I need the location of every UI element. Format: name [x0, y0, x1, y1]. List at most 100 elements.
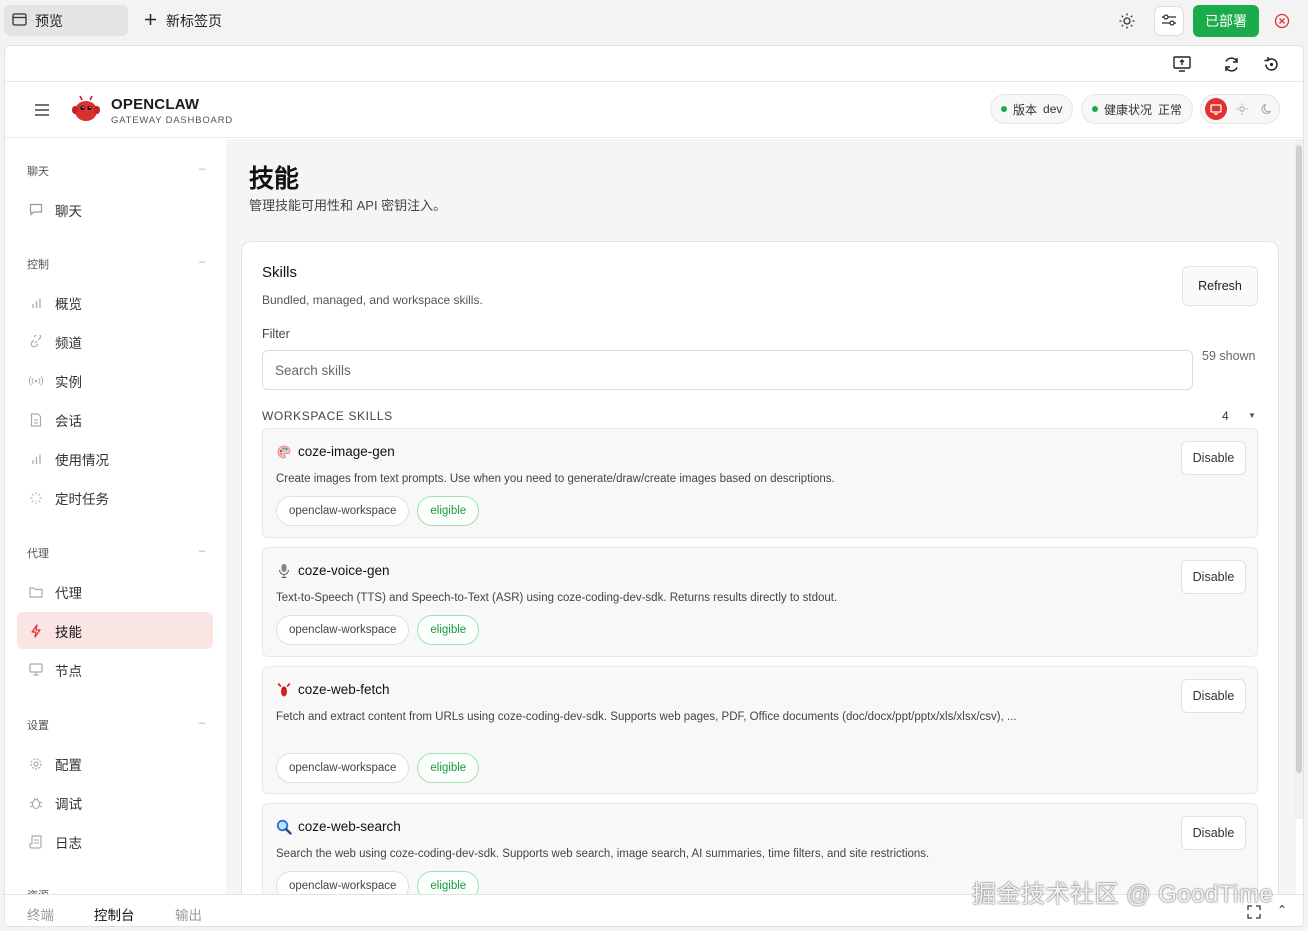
version-label: 版本: [1013, 102, 1038, 117]
sidebar-item-label: 概览: [55, 296, 82, 312]
sidebar-item-chat[interactable]: 聊天: [17, 191, 213, 228]
skill-description: Fetch and extract content from URLs usin…: [276, 711, 1017, 723]
health-value: 正常: [1158, 102, 1183, 117]
skill-item: coze-voice-gen Text-to-Speech (TTS) and …: [262, 547, 1258, 657]
version-value: dev: [1043, 102, 1063, 116]
brand-title: OPENCLAW: [111, 96, 200, 113]
sidebar: 聊天 – 聊天 控制 – 概览 频道 实例 会话 使用情况 定时任务 代理 – …: [5, 139, 225, 894]
section-title: 代理: [27, 548, 49, 560]
reload-history-icon[interactable]: [1261, 54, 1281, 74]
skill-item: coze-web-fetch Fetch and extract content…: [262, 666, 1258, 794]
new-tab-button[interactable]: 新标签页: [144, 5, 222, 36]
broadcast-icon: [29, 374, 43, 388]
skill-description: Search the web using coze-coding-dev-sdk…: [276, 848, 930, 860]
sidebar-item-sessions[interactable]: 会话: [17, 401, 213, 438]
search-skills-input[interactable]: [262, 350, 1193, 390]
source-badge: openclaw-workspace: [276, 753, 410, 783]
collapse-up-icon[interactable]: ⌃: [1277, 903, 1287, 917]
window-icon: [12, 12, 27, 29]
sidebar-item-overview[interactable]: 概览: [17, 284, 213, 321]
caret-down-icon[interactable]: ▼: [1248, 411, 1256, 420]
monitor-theme-icon[interactable]: [1205, 98, 1227, 120]
scroll-icon: [29, 834, 43, 849]
disable-button[interactable]: Disable: [1181, 441, 1246, 475]
health-label: 健康状况: [1104, 102, 1153, 117]
close-icon[interactable]: [1272, 11, 1292, 31]
card-subtitle: Bundled, managed, and workspace skills.: [262, 293, 483, 307]
refresh-icon[interactable]: [1221, 54, 1241, 74]
screen-share-icon[interactable]: [1172, 54, 1192, 74]
main-content: 技能 管理技能可用性和 API 密钥注入。 Skills Bundled, ma…: [226, 139, 1296, 894]
monitor-icon: [29, 663, 43, 677]
sidebar-item-agents[interactable]: 代理: [17, 573, 213, 610]
sidebar-item-logs[interactable]: 日志: [17, 823, 213, 860]
tab-preview[interactable]: 预览: [4, 5, 128, 36]
sidebar-section-chat[interactable]: 聊天 –: [27, 163, 205, 179]
status-dot: [1092, 106, 1098, 112]
section-title: 资源: [27, 887, 49, 894]
skills-card: Skills Bundled, managed, and workspace s…: [241, 241, 1279, 894]
disable-button[interactable]: Disable: [1181, 560, 1246, 594]
tab-console[interactable]: 控制台: [94, 904, 135, 924]
tab-preview-label: 预览: [35, 12, 63, 29]
sidebar-section-agents[interactable]: 代理 –: [27, 545, 205, 561]
shown-count: 59 shown: [1202, 349, 1256, 363]
skill-description: Text-to-Speech (TTS) and Speech-to-Text …: [276, 592, 838, 604]
sidebar-item-label: 代理: [55, 585, 82, 601]
sidebar-item-skills[interactable]: 技能: [17, 612, 213, 649]
sidebar-item-debug[interactable]: 调试: [17, 784, 213, 821]
sidebar-item-label: 会话: [55, 413, 82, 429]
page-subtitle: 管理技能可用性和 API 密钥注入。: [249, 198, 447, 213]
skill-tags: openclaw-workspace eligible: [276, 871, 480, 894]
skill-name: coze-web-search: [298, 819, 401, 834]
settings-sliders-button[interactable]: [1154, 6, 1184, 36]
moon-theme-icon[interactable]: [1258, 100, 1276, 118]
skill-tags: openclaw-workspace eligible: [276, 496, 480, 526]
skill-tags: openclaw-workspace eligible: [276, 753, 480, 783]
disable-button[interactable]: Disable: [1181, 816, 1246, 850]
deployed-button[interactable]: 已部署: [1193, 5, 1259, 37]
skill-tags: openclaw-workspace eligible: [276, 615, 480, 645]
group-title: WORKSPACE SKILLS: [262, 409, 393, 423]
lobster-icon: [276, 682, 292, 698]
sidebar-section-control[interactable]: 控制 –: [27, 256, 205, 272]
section-title: 设置: [27, 720, 49, 732]
app-header: OPENCLAW GATEWAY DASHBOARD 版本 dev 健康状况 正…: [5, 82, 1303, 138]
sidebar-item-nodes[interactable]: 节点: [17, 651, 213, 688]
sidebar-item-cron[interactable]: 定时任务: [17, 479, 213, 516]
skill-description: Create images from text prompts. Use whe…: [276, 473, 835, 485]
refresh-button[interactable]: Refresh: [1182, 266, 1258, 306]
page-title: 技能: [249, 165, 300, 193]
bar-chart-icon: [29, 452, 43, 466]
tab-terminal[interactable]: 终端: [27, 904, 54, 924]
theme-switcher: [1200, 94, 1280, 124]
sidebar-item-channels[interactable]: 频道: [17, 323, 213, 360]
loader-icon: [29, 491, 43, 505]
skill-item: coze-image-gen Create images from text p…: [262, 428, 1258, 538]
sun-theme-icon[interactable]: [1233, 100, 1251, 118]
openclaw-logo-icon: [71, 94, 101, 124]
sun-icon[interactable]: [1115, 9, 1139, 33]
collapse-icon: –: [198, 545, 205, 557]
status-badge: eligible: [417, 871, 480, 894]
tab-output[interactable]: 输出: [175, 904, 202, 924]
sidebar-item-config[interactable]: 配置: [17, 745, 213, 782]
sidebar-item-usage[interactable]: 使用情况: [17, 440, 213, 477]
magnifier-icon: [276, 819, 292, 835]
lightning-icon: [29, 623, 43, 638]
sidebar-section-resources[interactable]: 资源: [27, 887, 205, 894]
status-badge: eligible: [417, 753, 480, 783]
watermark: 掘金技术社区 @ GoodTime: [972, 881, 1274, 908]
vertical-scrollbar[interactable]: [1295, 139, 1303, 819]
sidebar-item-label: 调试: [55, 796, 82, 812]
chat-icon: [29, 203, 43, 217]
scrollbar-thumb[interactable]: [1296, 145, 1302, 773]
sidebar-item-instances[interactable]: 实例: [17, 362, 213, 399]
disable-button[interactable]: Disable: [1181, 679, 1246, 713]
folder-icon: [29, 585, 43, 599]
menu-icon[interactable]: [33, 101, 51, 119]
sidebar-item-label: 日志: [55, 835, 82, 851]
sidebar-item-label: 使用情况: [55, 452, 109, 468]
sidebar-section-settings[interactable]: 设置 –: [27, 717, 205, 733]
sidebar-item-label: 技能: [55, 624, 82, 640]
